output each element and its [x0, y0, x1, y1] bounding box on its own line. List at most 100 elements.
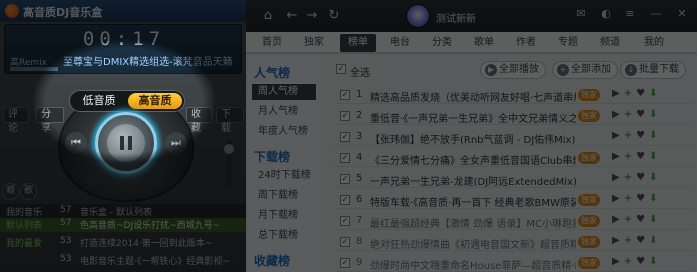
category-item-week-download[interactable]: 周下载榜	[258, 188, 316, 204]
previous-button[interactable]: ⏮	[65, 132, 87, 154]
add-icon[interactable]: +	[624, 193, 636, 204]
tab-charts[interactable]: 榜单	[340, 34, 376, 52]
pause-button[interactable]	[107, 124, 145, 162]
row-checkbox[interactable]: ✓	[340, 195, 350, 205]
heart-icon[interactable]: ♥	[636, 214, 649, 225]
tab-artist[interactable]: 作者	[508, 34, 544, 52]
play-icon[interactable]: ▶	[612, 256, 624, 267]
refresh-icon[interactable]: ↻	[326, 8, 342, 24]
category-item-total-download[interactable]: 总下载榜	[258, 228, 316, 244]
loop-toggle[interactable]	[150, 172, 164, 186]
volume-slider[interactable]	[224, 140, 234, 188]
heart-icon[interactable]: ♥	[636, 109, 649, 120]
row-checkbox[interactable]: ✓	[340, 237, 350, 247]
play-icon[interactable]: ▶	[612, 151, 624, 162]
category-item-month-popularity[interactable]: 月人气榜	[258, 104, 316, 120]
play-icon[interactable]: ▶	[612, 172, 624, 183]
playlist-item[interactable]: 53 电影音乐主题·《一帮铁心》经典影视~	[0, 254, 246, 268]
add-icon[interactable]: +	[624, 109, 636, 120]
song-title[interactable]: 特版车载·《高音质·再一首下 经典老歌BMW原装车载》	[370, 194, 576, 209]
add-icon[interactable]: +	[624, 235, 636, 246]
table-row[interactable]: ✓ 2 重低音·《一声兄弟一生兄弟》全中文兄弟情义之歌DJ舞曲精独家 ▶+♥⬇	[332, 107, 694, 125]
add-all-button[interactable]: + 全部添加	[552, 61, 618, 79]
song-title[interactable]: 精选高品质发烧（优美动听网友好唱·七声道串烧试音版·超	[370, 89, 576, 104]
table-row[interactable]: ✓ 5 一声兄弟一生兄弟-龙建(DJ阿远ExtendedMix) ▶+♥⬇	[332, 170, 694, 188]
back-arrow-icon[interactable]: ←	[284, 8, 300, 24]
quality-high-option[interactable]: 高音质	[128, 93, 182, 109]
play-icon[interactable]: ▶	[612, 193, 624, 204]
home-icon[interactable]: ⌂	[260, 8, 276, 24]
table-row[interactable]: ✓ 3 【张玮伽】绝不放手(Rnb气蓝调 - DJ佑伟Mix) ▶+♥⬇	[332, 128, 694, 146]
download-icon[interactable]: ⬇	[649, 256, 661, 267]
play-icon[interactable]: ▶	[612, 214, 624, 225]
play-icon[interactable]: ▶	[612, 109, 624, 120]
add-icon[interactable]: +	[624, 88, 636, 99]
avatar[interactable]	[406, 4, 430, 28]
tab-home[interactable]: 首页	[254, 34, 290, 52]
tab-playlist[interactable]: 歌单	[466, 34, 502, 52]
song-title[interactable]: 【张玮伽】绝不放手(Rnb气蓝调 - DJ佑伟Mix)	[370, 131, 576, 146]
download-icon[interactable]: ⬇	[649, 172, 661, 183]
add-icon[interactable]: +	[624, 130, 636, 141]
tab-exclusive[interactable]: 独家	[296, 34, 332, 52]
minimize-icon[interactable]: —	[648, 6, 664, 22]
playlist-item[interactable]: 默认列表 57 色高音质~DJ设乐打扰~西城九号~	[0, 218, 246, 232]
download-button[interactable]: 下载	[216, 107, 244, 134]
download-icon[interactable]: ⬇	[649, 88, 661, 99]
lyrics-button[interactable]: 歌	[20, 183, 37, 200]
table-row[interactable]: ✓ 8 绝对狂热劲爆情曲《初遇电音国文新》超音质精·DJ林小伟独家 ▶+♥⬇	[332, 233, 694, 251]
menu-icon[interactable]: ≡	[622, 6, 638, 22]
tab-topic[interactable]: 专题	[550, 34, 586, 52]
playlist-song[interactable]: 电影音乐主题·《一帮铁心》经典影视~	[80, 254, 244, 267]
add-icon[interactable]: +	[624, 151, 636, 162]
table-row[interactable]: ✓ 7 最红最强超经典【激情 劲爆 语录】MC小琳跑狂嗨表音串独家 ▶+♥⬇	[332, 212, 694, 230]
comment-button[interactable]: 评论	[3, 107, 29, 134]
add-icon[interactable]: +	[624, 172, 636, 183]
song-title[interactable]: 劲爆时尚中文嗨重命名House菲萨—超音质精·DJ小伟	[370, 257, 576, 272]
download-icon[interactable]: ⬇	[649, 193, 661, 204]
playlist-song[interactable]: 色高音质~DJ设乐打扰~西城九号~	[80, 218, 244, 231]
batch-download-button[interactable]: ↓ 批量下载	[620, 61, 686, 79]
row-checkbox[interactable]: ✓	[340, 258, 350, 268]
download-icon[interactable]: ⬇	[649, 214, 661, 225]
song-title[interactable]: 绝对狂热劲爆情曲《初遇电音国文新》超音质精·DJ林小伟	[370, 236, 576, 251]
category-item-month-download[interactable]: 月下载榜	[258, 208, 316, 224]
order-mode-button[interactable]: 顺	[2, 183, 19, 200]
song-title[interactable]: 《三分爱情七分痛》全女声重低音国语Club串烧·超音质热	[370, 152, 576, 167]
row-checkbox[interactable]: ✓	[340, 111, 350, 121]
play-icon[interactable]: ▶	[612, 235, 624, 246]
song-title[interactable]: 重低音·《一声兄弟一生兄弟》全中文兄弟情义之歌DJ舞曲精	[370, 110, 576, 125]
playlist-song[interactable]: 打造连续2014·第一回到此版本~	[80, 236, 244, 249]
playlist-category[interactable]: 默认列表	[6, 218, 54, 231]
tab-mine[interactable]: 我的	[636, 34, 672, 52]
table-row[interactable]: ✓ 4 《三分爱情七分痛》全女声重低音国语Club串烧·超音质热独家 ▶+♥⬇	[332, 149, 694, 167]
category-item-year-popularity[interactable]: 年度人气榜	[258, 124, 316, 140]
add-icon[interactable]: +	[624, 256, 636, 267]
lyrics-toggle[interactable]	[86, 172, 100, 186]
category-item-week-popularity[interactable]: 周人气榜	[252, 84, 316, 100]
playlist-category[interactable]: 我的最爱	[6, 236, 54, 249]
forward-arrow-icon[interactable]: →	[304, 8, 320, 24]
download-icon[interactable]: ⬇	[649, 235, 661, 246]
row-checkbox[interactable]: ✓	[340, 153, 350, 163]
tab-radio[interactable]: 电台	[382, 34, 418, 52]
song-title[interactable]: 最红最强超经典【激情 劲爆 语录】MC小琳跑狂嗨表音串	[370, 215, 576, 230]
heart-icon[interactable]: ♥	[636, 130, 649, 141]
heart-icon[interactable]: ♥	[636, 235, 649, 246]
tab-channel[interactable]: 频道	[592, 34, 628, 52]
volume-knob[interactable]	[224, 144, 234, 154]
row-checkbox[interactable]: ✓	[340, 90, 350, 100]
heart-icon[interactable]: ♥	[636, 151, 649, 162]
add-icon[interactable]: +	[624, 214, 636, 225]
select-all-checkbox[interactable]: ✓	[336, 64, 346, 74]
next-button[interactable]: ⏭	[165, 132, 187, 154]
download-icon[interactable]: ⬇	[649, 151, 661, 162]
close-icon[interactable]: ✕	[674, 6, 690, 22]
row-checkbox[interactable]: ✓	[340, 132, 350, 142]
table-row[interactable]: ✓ 9 劲爆时尚中文嗨重命名House菲萨—超音质精·DJ小伟独家 ▶+♥⬇	[332, 254, 694, 272]
mail-icon[interactable]: ✉	[573, 6, 589, 22]
table-row[interactable]: ✓ 1 精选高品质发烧（优美动听网友好唱·七声道串烧试音版·超独家 ▶+♥⬇	[332, 86, 694, 104]
category-item-24h-download[interactable]: 24时下载榜	[258, 168, 316, 184]
download-icon[interactable]: ⬇	[649, 109, 661, 120]
quality-low-option[interactable]: 低音质	[73, 93, 125, 109]
